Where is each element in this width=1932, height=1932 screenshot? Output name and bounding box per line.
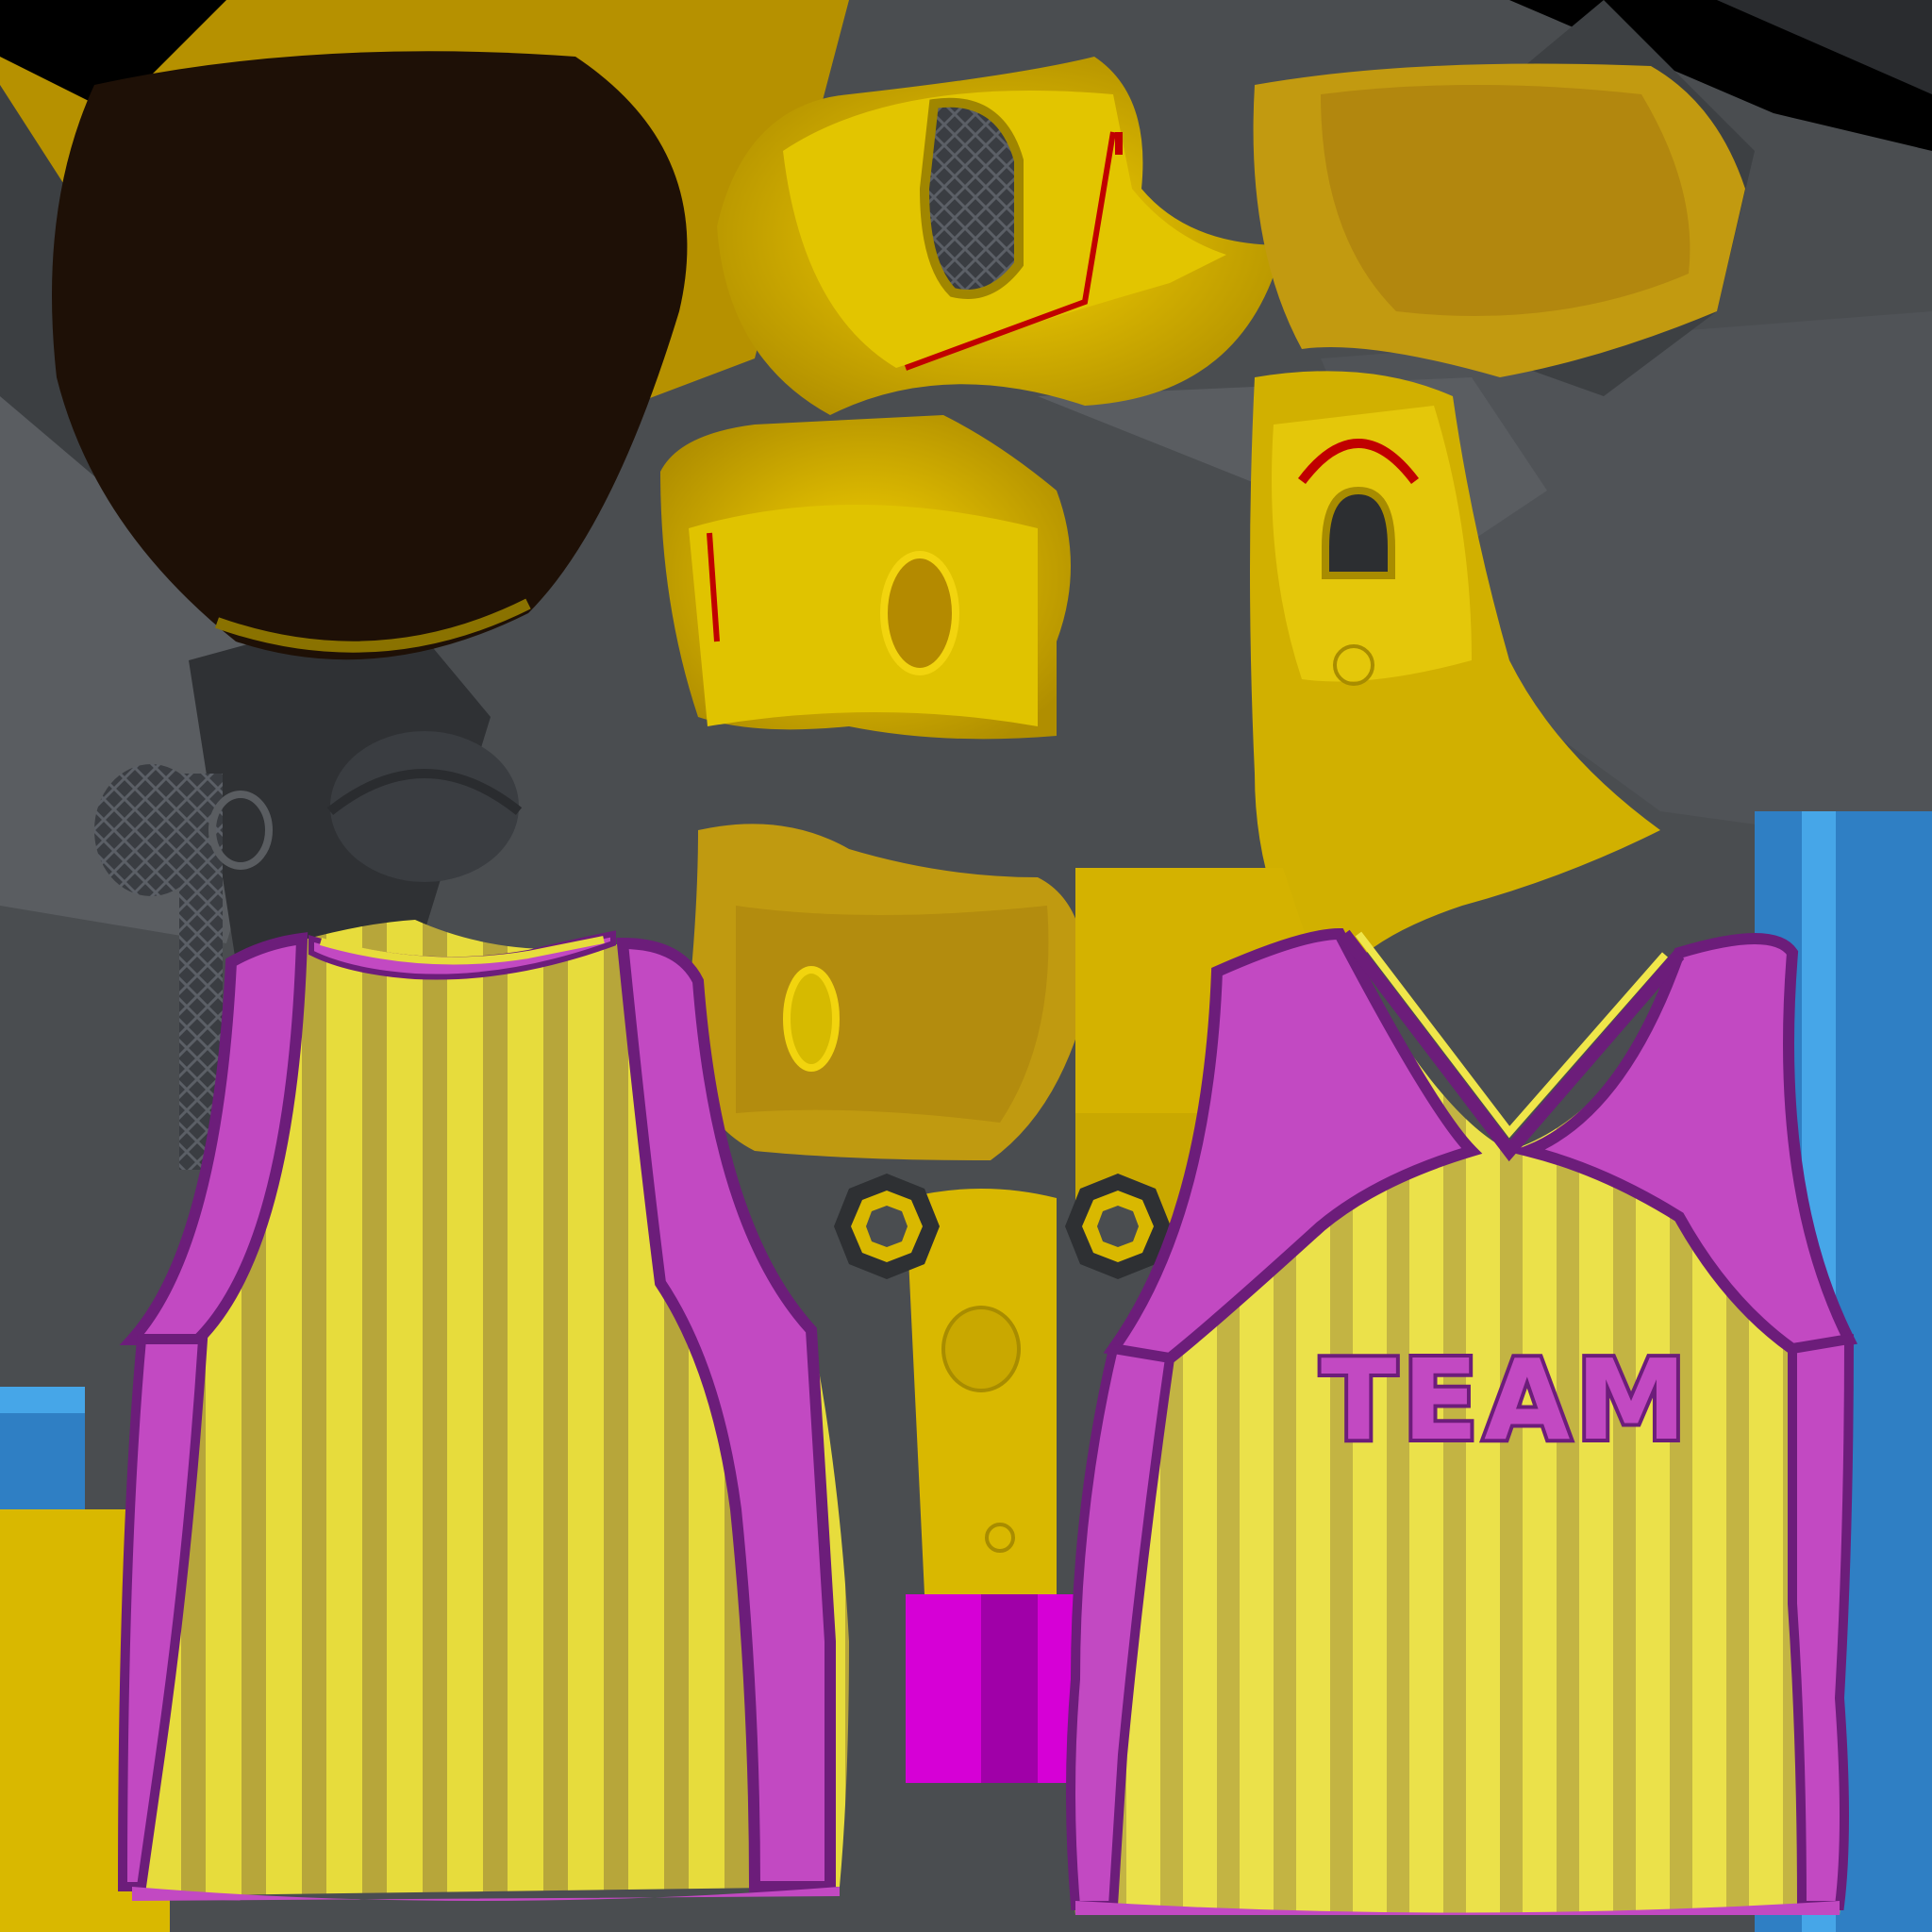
red-accent-dash <box>1115 132 1123 155</box>
ring-left <box>834 1174 940 1279</box>
lower-ochre-face <box>736 906 1049 1123</box>
mesh-vent-icon <box>919 97 1024 299</box>
mesh-vent-icon <box>94 764 208 896</box>
gray-oval-region <box>330 731 519 882</box>
ochre-panel-shade <box>1321 85 1690 316</box>
ring-inner <box>1097 1206 1139 1247</box>
uv-texture-atlas: TEAM <box>0 0 1932 1932</box>
magenta-shade <box>981 1594 1038 1783</box>
jersey-front-right-side <box>1788 1334 1855 1910</box>
stitch-ring-icon <box>941 1306 1021 1392</box>
eye-hole <box>880 551 959 675</box>
eye-hole <box>783 966 840 1072</box>
blue-highlight-left <box>0 1387 85 1413</box>
middle-gold-face <box>689 505 1038 726</box>
ring-inner <box>866 1206 908 1247</box>
jersey-front-team-text: TEAM <box>1321 1335 1692 1465</box>
strap-slot <box>1322 486 1395 579</box>
